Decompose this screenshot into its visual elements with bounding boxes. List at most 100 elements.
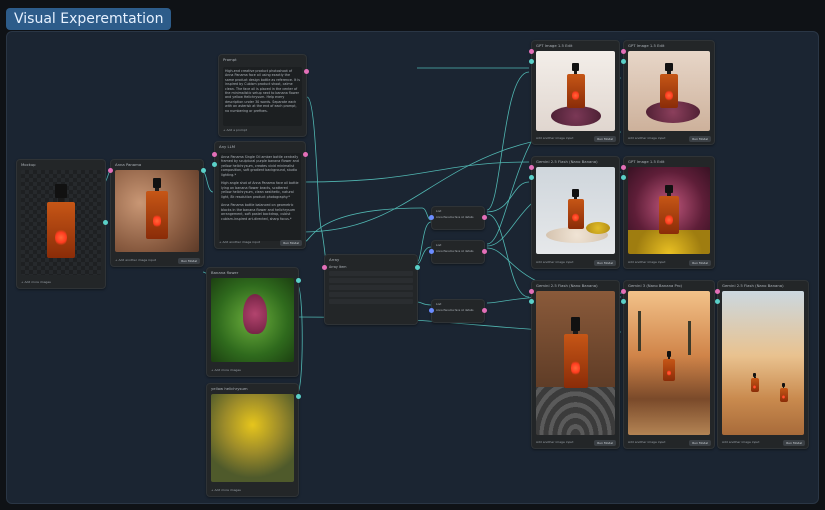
input-port[interactable]	[212, 152, 217, 157]
node-title: Banana flower	[211, 270, 239, 275]
list-item: Anna Panama face oil details	[436, 216, 474, 219]
output-node-gemini[interactable]: Gemini 2.5 Flash (Nano Banana) Add anoth…	[715, 280, 809, 449]
run-model-button[interactable]: Run Model	[594, 260, 616, 266]
output-port[interactable]	[482, 249, 487, 254]
generated-image	[536, 51, 615, 131]
generated-image	[722, 291, 804, 435]
output-node-gemini[interactable]: Gemini 2.5 Flash (Nano Banana) Add anoth…	[529, 280, 620, 449]
bottle-render	[146, 178, 168, 239]
node-title: yellow helichrysum	[211, 386, 248, 391]
prompt-text[interactable]: High-end creative product photoshoot of …	[223, 67, 302, 126]
node-title: Gemini 2.5 Flash (Nano Banana)	[536, 159, 598, 164]
input-port[interactable]	[108, 168, 113, 173]
node-title: Any LLM	[219, 144, 235, 149]
node-title: GPT Image 1.5 Edit	[628, 159, 665, 164]
banana-flower-image	[211, 278, 294, 362]
bottle-render	[566, 63, 585, 108]
anna-panama-node[interactable]: Anna Panama + Add another image input Ru…	[108, 159, 206, 267]
input-port[interactable]	[429, 249, 434, 254]
output-port[interactable]	[296, 394, 301, 399]
output-port[interactable]	[296, 278, 301, 283]
list-node[interactable]: List Anna Panama face oil details	[429, 299, 487, 323]
project-title[interactable]: Visual Experemtation	[6, 8, 172, 30]
node-title: Anna Panama	[115, 162, 142, 167]
add-prompt-link[interactable]: + Add a prompt	[223, 127, 302, 133]
input-port[interactable]	[621, 299, 626, 304]
list-node[interactable]: List Anna Panama face oil details	[429, 206, 487, 230]
run-model-button[interactable]: Run Model	[594, 136, 616, 142]
banana-flower-node[interactable]: Banana flower + Add more images	[206, 267, 301, 377]
output-node-gpt-image[interactable]: GPT Image 1.5 Edit Add another image inp…	[529, 40, 620, 145]
add-images-link[interactable]: + Add more images	[211, 367, 294, 373]
input-port[interactable]	[322, 265, 327, 270]
node-title: List	[436, 209, 442, 213]
run-model-button[interactable]: Run Model	[594, 440, 616, 446]
output-port[interactable]	[304, 69, 309, 74]
output-port[interactable]	[201, 168, 206, 173]
generated-image	[628, 291, 710, 435]
output-port[interactable]	[303, 152, 308, 157]
input-port[interactable]	[621, 59, 626, 64]
llm-output-text[interactable]: Anna Panama Single Oil amber bottle cent…	[219, 153, 301, 241]
bottle-render	[567, 189, 584, 229]
output-node-gpt-image[interactable]: GPT Image 1.5 Edit Add another image inp…	[621, 156, 715, 269]
bottle-render	[563, 317, 588, 388]
node-title: Mockup	[21, 162, 36, 167]
prompt-node[interactable]: Prompt High-end creative product photosh…	[218, 54, 309, 137]
output-port[interactable]	[103, 220, 108, 225]
generated-image	[536, 291, 615, 435]
input-port[interactable]	[529, 59, 534, 64]
input-port[interactable]	[621, 49, 626, 54]
workflow-canvas[interactable]: Mockup + Add more images Anna Panama + A…	[6, 31, 819, 504]
array-node[interactable]: Array Array Item	[322, 254, 420, 325]
input-port[interactable]	[529, 49, 534, 54]
llm-node[interactable]: Any LLM Anna Panama Single Oil amber bot…	[212, 141, 308, 249]
input-port[interactable]	[529, 175, 534, 180]
run-model-button[interactable]: Run Model	[689, 136, 711, 142]
input-port[interactable]	[529, 289, 534, 294]
input-port[interactable]	[621, 175, 626, 180]
anna-panama-image	[115, 170, 199, 252]
bottle-render	[660, 63, 678, 108]
run-model-button[interactable]: Run Model	[178, 258, 200, 264]
generated-image	[536, 167, 615, 254]
input-port[interactable]	[212, 162, 217, 167]
generated-image	[628, 51, 710, 131]
output-node-gemini[interactable]: Gemini 2.5 Flash (Nano Banana) Add anoth…	[529, 156, 620, 269]
bottle-render	[663, 351, 675, 381]
mockup-image	[21, 170, 101, 275]
add-images-link[interactable]: + Add more images	[211, 487, 294, 493]
output-port[interactable]	[482, 215, 487, 220]
yellow-helichrysum-node[interactable]: yellow helichrysum + Add more images	[206, 383, 301, 497]
array-items: Array Item	[329, 265, 413, 306]
mockup-node[interactable]: Mockup + Add more images	[16, 159, 108, 289]
node-title: GPT Image 1.5 Edit	[536, 43, 573, 48]
bottle-render	[47, 184, 75, 258]
run-model-button[interactable]: Run Model	[783, 440, 805, 446]
generated-image	[628, 167, 710, 254]
output-port[interactable]	[482, 308, 487, 313]
node-title: Array	[329, 257, 340, 262]
output-port[interactable]	[415, 265, 420, 270]
output-node-gemini[interactable]: Gemini 3 (Nano Banana Pro) Add another i…	[621, 280, 715, 449]
input-port[interactable]	[429, 215, 434, 220]
node-title: Gemini 2.5 Flash (Nano Banana)	[722, 283, 784, 288]
node-title: List	[436, 302, 442, 306]
add-images-link[interactable]: + Add more images	[21, 279, 101, 285]
input-port[interactable]	[621, 289, 626, 294]
output-node-gpt-image[interactable]: GPT Image 1.5 Edit Add another image inp…	[621, 40, 715, 145]
input-port[interactable]	[621, 165, 626, 170]
run-model-button[interactable]: Run Model	[689, 260, 711, 266]
input-port[interactable]	[529, 165, 534, 170]
run-model-button[interactable]: Run Model	[280, 240, 302, 246]
input-port[interactable]	[529, 299, 534, 304]
node-title: Gemini 3 (Nano Banana Pro)	[628, 283, 683, 288]
list-item: Anna Panama face oil details	[436, 309, 474, 312]
list-item: Anna Panama face oil details	[436, 250, 474, 253]
list-node[interactable]: List Anna Panama face oil details	[429, 240, 487, 264]
run-model-button[interactable]: Run Model	[689, 440, 711, 446]
input-port[interactable]	[715, 289, 720, 294]
input-port[interactable]	[429, 308, 434, 313]
input-port[interactable]	[715, 299, 720, 304]
bottle-render	[750, 373, 759, 392]
